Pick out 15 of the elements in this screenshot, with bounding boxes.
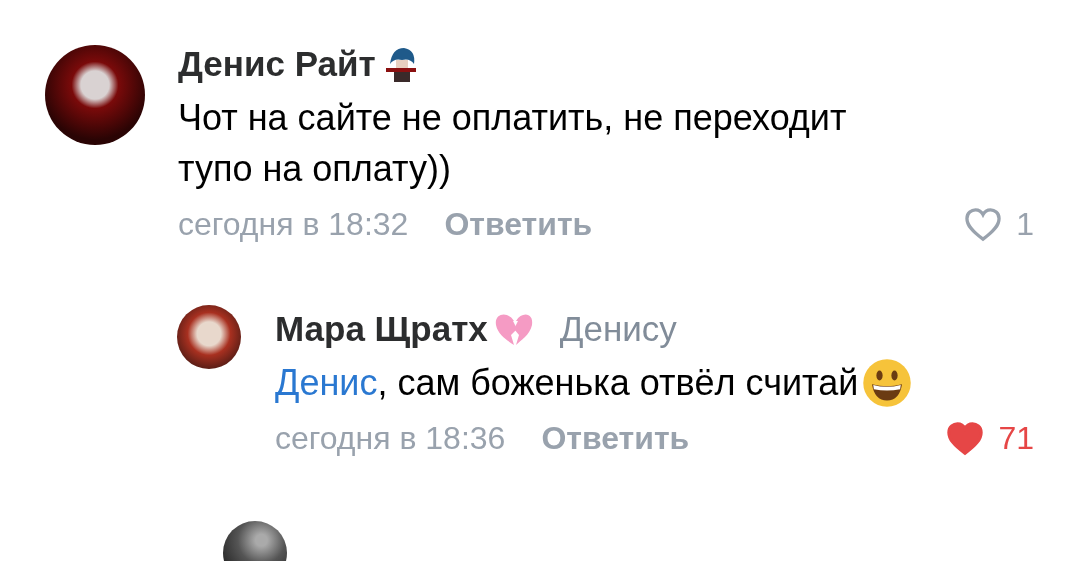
reply-button[interactable]: Ответить: [541, 420, 690, 457]
comment-text: Денис, сам боженька отвёл считай: [275, 361, 859, 405]
mention-link[interactable]: Денис: [275, 362, 378, 403]
grinning-face-icon: [862, 357, 913, 408]
author-name[interactable]: Мара Щратх: [275, 309, 488, 349]
filled-heart-icon: [946, 421, 985, 456]
comment-text: Чот на сайте не оплатить, не переходит тупо на оплату)): [178, 96, 848, 191]
like-button[interactable]: 71: [946, 420, 1034, 457]
heart-outline-icon: [964, 207, 1003, 242]
like-button[interactable]: 1: [964, 206, 1034, 243]
reply-to-label[interactable]: Денису: [559, 309, 677, 349]
comment-time: сегодня в 18:32: [178, 206, 409, 243]
author-name[interactable]: Денис Райт: [178, 44, 376, 84]
reply-button[interactable]: Ответить: [444, 206, 593, 243]
comment-time: сегодня в 18:36: [275, 420, 506, 457]
